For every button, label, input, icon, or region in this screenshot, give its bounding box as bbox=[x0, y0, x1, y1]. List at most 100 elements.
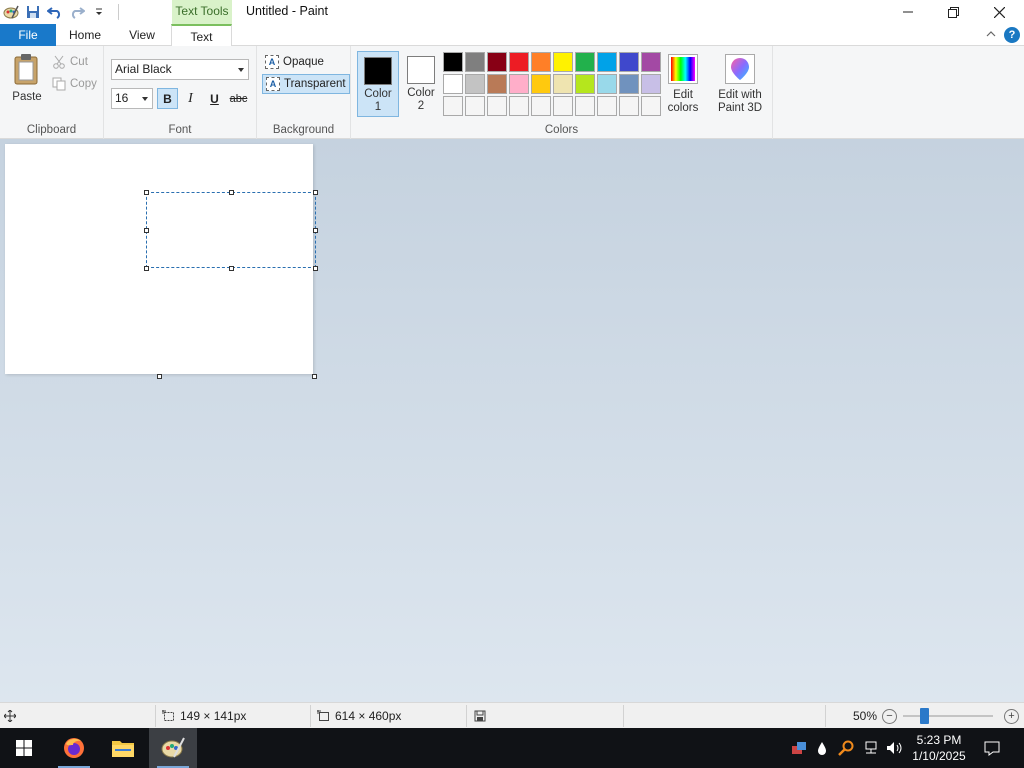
taskbar-clock[interactable]: 5:23 PM 1/10/2025 bbox=[906, 732, 972, 764]
zoom-slider-track[interactable] bbox=[903, 715, 993, 717]
color1-button[interactable]: Color 1 bbox=[357, 51, 399, 117]
paint-taskbar-button[interactable] bbox=[149, 728, 197, 768]
help-icon[interactable]: ? bbox=[1004, 27, 1020, 43]
palette-swatch[interactable] bbox=[575, 74, 595, 94]
palette-swatch[interactable] bbox=[443, 74, 463, 94]
italic-button[interactable]: I bbox=[180, 88, 201, 109]
palette-swatch[interactable] bbox=[487, 52, 507, 72]
palette-swatch[interactable] bbox=[531, 52, 551, 72]
paste-button[interactable]: Paste bbox=[6, 52, 48, 103]
canvas-resize-handle[interactable] bbox=[157, 374, 162, 379]
firefox-taskbar-button[interactable] bbox=[50, 728, 98, 768]
palette-swatch[interactable] bbox=[509, 96, 529, 116]
palette-swatch[interactable] bbox=[619, 74, 639, 94]
palette-swatch[interactable] bbox=[443, 52, 463, 72]
palette-swatch[interactable] bbox=[575, 52, 595, 72]
opaque-option[interactable]: A Opaque bbox=[262, 52, 327, 72]
start-button[interactable] bbox=[0, 728, 48, 768]
font-size-select[interactable]: 16 bbox=[111, 88, 153, 109]
bold-button[interactable]: B bbox=[157, 88, 178, 109]
save-icon[interactable] bbox=[22, 2, 44, 22]
network-icon[interactable] bbox=[860, 728, 882, 768]
tab-view[interactable]: View bbox=[114, 24, 170, 46]
tab-file[interactable]: File bbox=[0, 24, 56, 46]
paint3d-icon bbox=[725, 54, 755, 84]
restore-button[interactable] bbox=[930, 0, 976, 24]
palette-swatch[interactable] bbox=[619, 96, 639, 116]
palette-swatch[interactable] bbox=[509, 74, 529, 94]
textbox-resize-handle[interactable] bbox=[144, 266, 149, 271]
selection-size-icon bbox=[162, 710, 174, 721]
palette-swatch[interactable] bbox=[641, 52, 661, 72]
strikethrough-button[interactable]: abc bbox=[228, 88, 249, 109]
palette-swatch[interactable] bbox=[509, 52, 529, 72]
transparent-label: Transparent bbox=[284, 78, 346, 90]
windows-start-icon bbox=[16, 740, 32, 756]
palette-swatch[interactable] bbox=[553, 74, 573, 94]
redo-icon[interactable] bbox=[66, 2, 88, 22]
palette-swatch[interactable] bbox=[531, 96, 551, 116]
palette-swatch[interactable] bbox=[465, 96, 485, 116]
palette-swatch[interactable] bbox=[443, 96, 463, 116]
palette-swatch[interactable] bbox=[575, 96, 595, 116]
color2-button[interactable]: Color 2 bbox=[400, 51, 442, 117]
paste-label: Paste bbox=[12, 91, 42, 103]
drop-icon[interactable] bbox=[812, 728, 832, 768]
textbox-resize-handle[interactable] bbox=[313, 266, 318, 271]
app-tray-icon[interactable] bbox=[788, 728, 810, 768]
palette-swatch[interactable] bbox=[487, 96, 507, 116]
tab-text[interactable]: Text bbox=[171, 24, 232, 47]
paint-app-icon[interactable] bbox=[0, 2, 22, 22]
transparent-option[interactable]: A Transparent bbox=[262, 74, 350, 94]
textbox-resize-handle[interactable] bbox=[229, 190, 234, 195]
tab-home[interactable]: Home bbox=[56, 24, 114, 46]
edit-colors-button[interactable]: Edit colors bbox=[664, 52, 702, 115]
textbox-resize-handle[interactable] bbox=[313, 190, 318, 195]
status-separator bbox=[466, 705, 467, 727]
textbox-resize-handle[interactable] bbox=[229, 266, 234, 271]
copy-button[interactable]: Copy bbox=[52, 74, 97, 94]
palette-swatch[interactable] bbox=[465, 74, 485, 94]
minimize-button[interactable] bbox=[885, 0, 931, 24]
font-size-value: 16 bbox=[115, 91, 129, 105]
canvas-resize-handle[interactable] bbox=[312, 374, 317, 379]
zoom-out-button[interactable]: − bbox=[882, 709, 897, 724]
notifications-button[interactable] bbox=[978, 728, 1006, 768]
color2-label: Color 2 bbox=[407, 87, 435, 112]
edit-with-paint3d-button[interactable]: Edit with Paint 3D bbox=[712, 52, 768, 115]
palette-swatch[interactable] bbox=[597, 74, 617, 94]
clock-date: 1/10/2025 bbox=[912, 749, 966, 763]
close-icon bbox=[993, 6, 1005, 18]
collapse-ribbon-icon[interactable] bbox=[986, 28, 996, 42]
close-button[interactable] bbox=[976, 0, 1022, 24]
palette-swatch[interactable] bbox=[597, 52, 617, 72]
zoom-slider-thumb[interactable] bbox=[919, 708, 929, 724]
cut-button[interactable]: Cut bbox=[52, 52, 88, 72]
textbox-resize-handle[interactable] bbox=[144, 228, 149, 233]
undo-icon[interactable] bbox=[44, 2, 66, 22]
palette-swatch[interactable] bbox=[597, 96, 617, 116]
underline-button[interactable]: U bbox=[204, 88, 225, 109]
palette-swatch[interactable] bbox=[465, 52, 485, 72]
search-icon[interactable] bbox=[836, 728, 856, 768]
palette-swatch[interactable] bbox=[619, 52, 639, 72]
palette-swatch[interactable] bbox=[553, 96, 573, 116]
palette-swatch[interactable] bbox=[531, 74, 551, 94]
palette-swatch[interactable] bbox=[487, 74, 507, 94]
textbox-resize-handle[interactable] bbox=[313, 228, 318, 233]
paint-icon bbox=[161, 737, 185, 758]
quick-access-toolbar bbox=[0, 2, 119, 22]
canvas-size-value: 614 × 460px bbox=[335, 709, 402, 723]
palette-swatch[interactable] bbox=[641, 74, 661, 94]
customize-qat-icon[interactable] bbox=[88, 2, 110, 22]
status-separator bbox=[310, 705, 311, 727]
font-family-select[interactable]: Arial Black bbox=[111, 59, 249, 80]
cursor-position-icon bbox=[4, 703, 16, 729]
file-explorer-taskbar-button[interactable] bbox=[99, 728, 147, 768]
zoom-in-button[interactable]: + bbox=[1004, 709, 1019, 724]
palette-swatch[interactable] bbox=[553, 52, 573, 72]
palette-swatch[interactable] bbox=[641, 96, 661, 116]
textbox-resize-handle[interactable] bbox=[144, 190, 149, 195]
volume-icon[interactable] bbox=[884, 728, 906, 768]
text-box[interactable] bbox=[146, 192, 316, 268]
